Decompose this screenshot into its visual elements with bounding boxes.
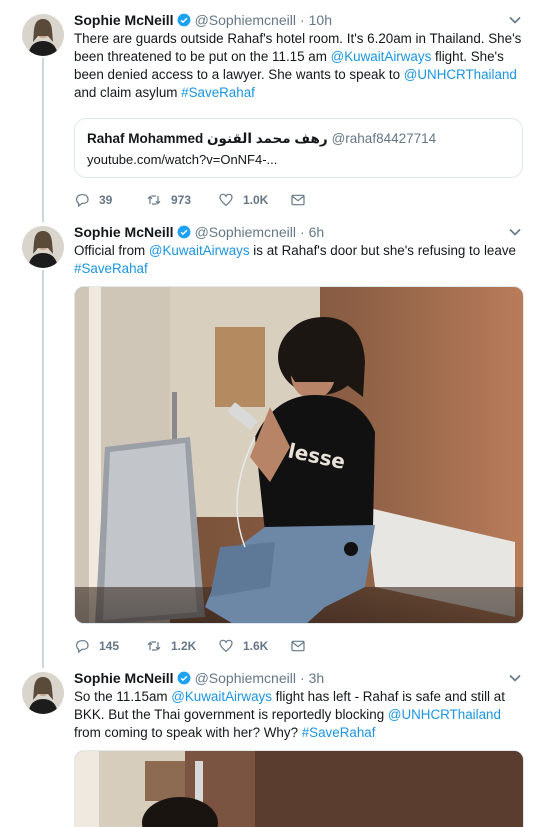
direct-message-button[interactable] xyxy=(290,192,362,208)
avatar-photo-icon xyxy=(22,226,64,268)
author-handle[interactable]: @Sophiemcneill xyxy=(195,224,296,240)
tweet-text-segment: is at Rahaf's door but she's refusing to… xyxy=(249,243,516,258)
tweet[interactable]: Sophie McNeill @Sophiemcneill · 3h So th… xyxy=(0,668,535,827)
hotel-room-photo: lesse xyxy=(75,287,523,623)
retweet-count: 1.2K xyxy=(171,639,197,653)
tweet-header: Sophie McNeill @Sophiemcneill · 6h xyxy=(74,222,324,242)
author-name[interactable]: Sophie McNeill xyxy=(74,224,174,240)
retweet-button[interactable]: 973 xyxy=(146,192,218,208)
timestamp[interactable]: 10h xyxy=(309,12,332,28)
verified-badge-icon xyxy=(177,13,190,27)
reply-count: 145 xyxy=(99,639,120,653)
reply-button[interactable]: 145 xyxy=(74,638,146,654)
hotel-room-photo xyxy=(75,751,523,827)
retweet-button[interactable]: 1.2K xyxy=(146,638,218,654)
reply-count: 39 xyxy=(99,193,113,207)
author-name[interactable]: Sophie McNeill xyxy=(74,670,174,686)
like-button[interactable]: 1.6K xyxy=(218,638,290,654)
tweet-text-segment: Official from xyxy=(74,243,149,258)
hashtag-link[interactable]: #SaveRahaf xyxy=(302,725,376,740)
hashtag-link[interactable]: #SaveRahaf xyxy=(181,85,255,100)
chevron-down-icon[interactable] xyxy=(509,14,521,26)
avatar[interactable] xyxy=(22,672,64,714)
reply-icon xyxy=(76,194,89,208)
tweet-actions: 145 1.2K 1.6K xyxy=(74,636,362,656)
tweet-actions: 39 973 1.0K xyxy=(74,190,362,210)
like-count: 1.6K xyxy=(243,639,269,653)
tweet-text: Official from @KuwaitAirways is at Rahaf… xyxy=(74,242,524,278)
mention-link[interactable]: @KuwaitAirways xyxy=(171,689,272,704)
avatar[interactable] xyxy=(22,226,64,268)
author-name[interactable]: Sophie McNeill xyxy=(74,12,174,28)
quoted-card[interactable]: Rahaf Mohammed رهف محمد القنون @rahaf8442… xyxy=(74,118,523,178)
tweet-photo[interactable] xyxy=(74,750,524,827)
author-handle[interactable]: @Sophiemcneill xyxy=(195,670,296,686)
avatar-photo-icon xyxy=(22,672,64,714)
hashtag-link[interactable]: #SaveRahaf xyxy=(74,261,148,276)
mention-link[interactable]: @UNHCRThailand xyxy=(388,707,501,722)
tweet-header: Sophie McNeill @Sophiemcneill · 3h xyxy=(74,668,324,688)
timestamp[interactable]: 3h xyxy=(309,670,325,686)
mention-link[interactable]: @UNHCRThailand xyxy=(404,67,517,82)
quoted-author-name: Rahaf Mohammed رهف محمد القنون xyxy=(87,131,328,146)
mention-link[interactable]: @KuwaitAirways xyxy=(331,49,432,64)
retweet-icon xyxy=(147,641,161,651)
envelope-icon xyxy=(291,640,305,652)
avatar-photo-icon xyxy=(22,14,64,56)
mention-link[interactable]: @KuwaitAirways xyxy=(149,243,250,258)
author-handle[interactable]: @Sophiemcneill xyxy=(195,12,296,28)
reply-button[interactable]: 39 xyxy=(74,192,146,208)
tweet-text: So the 11.15am @KuwaitAirways flight has… xyxy=(74,688,524,742)
tweet-text: There are guards outside Rahaf's hotel r… xyxy=(74,30,524,102)
direct-message-button[interactable] xyxy=(290,638,362,654)
like-button[interactable]: 1.0K xyxy=(218,192,290,208)
retweet-icon xyxy=(147,195,161,205)
verified-badge-icon xyxy=(177,671,190,685)
tweet-header: Sophie McNeill @Sophiemcneill · 10h xyxy=(74,10,332,30)
tweet[interactable]: Sophie McNeill @Sophiemcneill · 10h Ther… xyxy=(0,10,535,210)
separator-dot: · xyxy=(299,224,305,240)
verified-badge-icon xyxy=(177,225,190,239)
tweet-text-segment: So the 11.15am xyxy=(74,689,172,704)
chevron-down-icon[interactable] xyxy=(509,672,521,684)
tweet[interactable]: Sophie McNeill @Sophiemcneill · 6h Offic… xyxy=(0,222,535,662)
like-count: 1.0K xyxy=(243,193,269,207)
avatar[interactable] xyxy=(22,14,64,56)
envelope-icon xyxy=(291,194,305,206)
retweet-count: 973 xyxy=(171,193,192,207)
tweet-text-segment: and claim asylum xyxy=(74,85,182,100)
quoted-author-handle: @rahaf84427714 xyxy=(331,131,437,146)
tweet-text-segment: from coming to speak with her? Why? xyxy=(74,725,302,740)
separator-dot: · xyxy=(299,670,305,686)
reply-icon xyxy=(76,640,89,654)
quoted-link[interactable]: youtube.com/watch?v=OnNF4-... xyxy=(87,152,510,167)
heart-icon xyxy=(219,639,233,653)
chevron-down-icon[interactable] xyxy=(509,226,521,238)
tweet-photo[interactable]: lesse xyxy=(74,286,524,624)
heart-icon xyxy=(219,193,233,207)
timestamp[interactable]: 6h xyxy=(309,224,325,240)
separator-dot: · xyxy=(299,12,305,28)
quoted-author-line: Rahaf Mohammed رهف محمد القنون @rahaf8442… xyxy=(87,131,510,147)
